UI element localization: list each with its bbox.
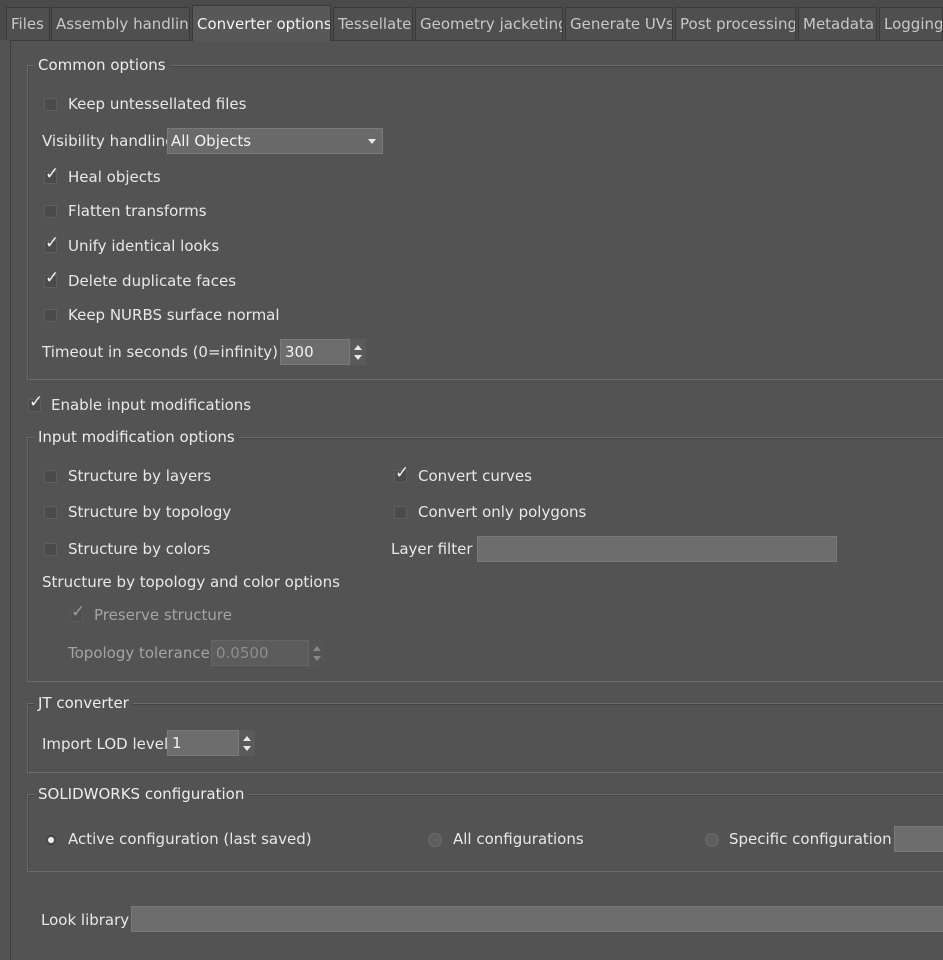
specific-configuration-radio[interactable] — [705, 833, 719, 847]
tab-metadata[interactable]: Metadata — [798, 7, 877, 40]
convert-curves-checkbox[interactable]: ✓ — [394, 463, 409, 483]
timeout-input[interactable]: 300 — [280, 339, 350, 365]
keep-untessellated-checkbox[interactable] — [44, 98, 57, 111]
tab-converter-options[interactable]: Converter options — [192, 5, 331, 41]
delete-duplicate-faces-checkbox[interactable]: ✓ — [44, 268, 59, 288]
heal-objects-checkbox[interactable]: ✓ — [44, 164, 59, 184]
convert-only-polygons-label: Convert only polygons — [418, 503, 587, 521]
checkmark-icon: ✓ — [45, 164, 60, 184]
radio-dot-icon — [48, 837, 54, 843]
checkmark-icon: ✓ — [45, 233, 60, 253]
tab-generate-uvs[interactable]: Generate UVs — [565, 7, 673, 40]
active-configuration-radio[interactable] — [44, 833, 58, 847]
visibility-handling-dropdown[interactable]: All Objects — [167, 128, 383, 154]
topology-tolerance-spinner[interactable] — [309, 640, 325, 666]
tab-post-processing[interactable]: Post processing — [675, 7, 796, 40]
spin-down-icon[interactable] — [354, 355, 362, 360]
chevron-down-icon — [368, 139, 376, 144]
tab-tessellate[interactable]: Tessellate — [333, 7, 413, 40]
import-lod-spinner[interactable] — [239, 730, 255, 756]
tab-logging[interactable]: Logging — [879, 7, 943, 40]
active-configuration-label: Active configuration (last saved) — [68, 830, 312, 848]
specific-configuration-label: Specific configuration — [729, 830, 892, 848]
checkmark-icon: ✓ — [45, 268, 60, 288]
layer-filter-label: Layer filter — [391, 540, 473, 558]
unify-looks-label: Unify identical looks — [68, 237, 220, 255]
tab-files[interactable]: Files — [6, 7, 50, 40]
all-configurations-label: All configurations — [453, 830, 584, 848]
import-lod-input[interactable]: 1 — [167, 730, 239, 756]
common-options-title: Common options — [34, 56, 170, 74]
input-modification-title: Input modification options — [34, 428, 239, 446]
structure-by-topology-label: Structure by topology — [68, 503, 232, 521]
tab-geometry-jacketing[interactable]: Geometry jacketing — [415, 7, 563, 40]
layer-filter-input[interactable] — [477, 536, 837, 562]
checkmark-icon: ✓ — [29, 392, 44, 412]
tab-bar: Files Assembly handling Converter option… — [0, 0, 943, 41]
visibility-handling-value: All Objects — [171, 132, 252, 150]
tab-assembly-handling[interactable]: Assembly handling — [51, 7, 190, 40]
visibility-handling-label: Visibility handling — [42, 132, 175, 150]
spin-down-icon[interactable] — [313, 656, 321, 661]
specific-configuration-input[interactable] — [894, 826, 943, 852]
structure-by-colors-label: Structure by colors — [68, 540, 211, 558]
heal-objects-label: Heal objects — [68, 168, 161, 186]
spin-up-icon[interactable] — [243, 736, 251, 741]
flatten-transforms-checkbox[interactable] — [44, 205, 57, 218]
structure-by-topology-checkbox[interactable] — [44, 506, 57, 519]
convert-curves-label: Convert curves — [418, 467, 532, 485]
structure-by-layers-checkbox[interactable] — [44, 470, 57, 483]
delete-duplicate-faces-label: Delete duplicate faces — [68, 272, 237, 290]
structure-by-colors-checkbox[interactable] — [44, 543, 57, 556]
timeout-spinner[interactable] — [350, 339, 366, 365]
keep-untessellated-label: Keep untessellated files — [68, 95, 247, 113]
jt-converter-title: JT converter — [34, 694, 133, 712]
import-lod-label: Import LOD level — [42, 735, 169, 753]
checkmark-icon: ✓ — [71, 602, 86, 622]
convert-only-polygons-checkbox[interactable] — [394, 506, 407, 519]
enable-input-modifications-label: Enable input modifications — [51, 396, 252, 414]
topology-color-options-heading: Structure by topology and color options — [42, 573, 340, 591]
preserve-structure-label: Preserve structure — [94, 606, 233, 624]
spin-up-icon[interactable] — [354, 345, 362, 350]
topology-tolerance-label: Topology tolerance — [68, 644, 210, 662]
solidworks-configuration-title: SOLIDWORKS configuration — [34, 785, 249, 803]
timeout-label: Timeout in seconds (0=infinity) — [42, 343, 278, 361]
topology-tolerance-input[interactable]: 0.0500 — [211, 640, 309, 666]
spin-down-icon[interactable] — [243, 746, 251, 751]
look-library-label: Look library — [41, 911, 130, 929]
unify-looks-checkbox[interactable]: ✓ — [44, 233, 59, 253]
preserve-structure-checkbox[interactable]: ✓ — [70, 602, 85, 622]
checkmark-icon: ✓ — [395, 463, 410, 483]
all-configurations-radio[interactable] — [428, 833, 442, 847]
keep-nurbs-normal-checkbox[interactable] — [44, 309, 57, 322]
flatten-transforms-label: Flatten transforms — [68, 202, 207, 220]
spin-up-icon[interactable] — [313, 646, 321, 651]
keep-nurbs-normal-label: Keep NURBS surface normal — [68, 306, 280, 324]
enable-input-modifications-checkbox[interactable]: ✓ — [28, 392, 43, 412]
structure-by-layers-label: Structure by layers — [68, 467, 212, 485]
look-library-input[interactable] — [131, 906, 943, 932]
